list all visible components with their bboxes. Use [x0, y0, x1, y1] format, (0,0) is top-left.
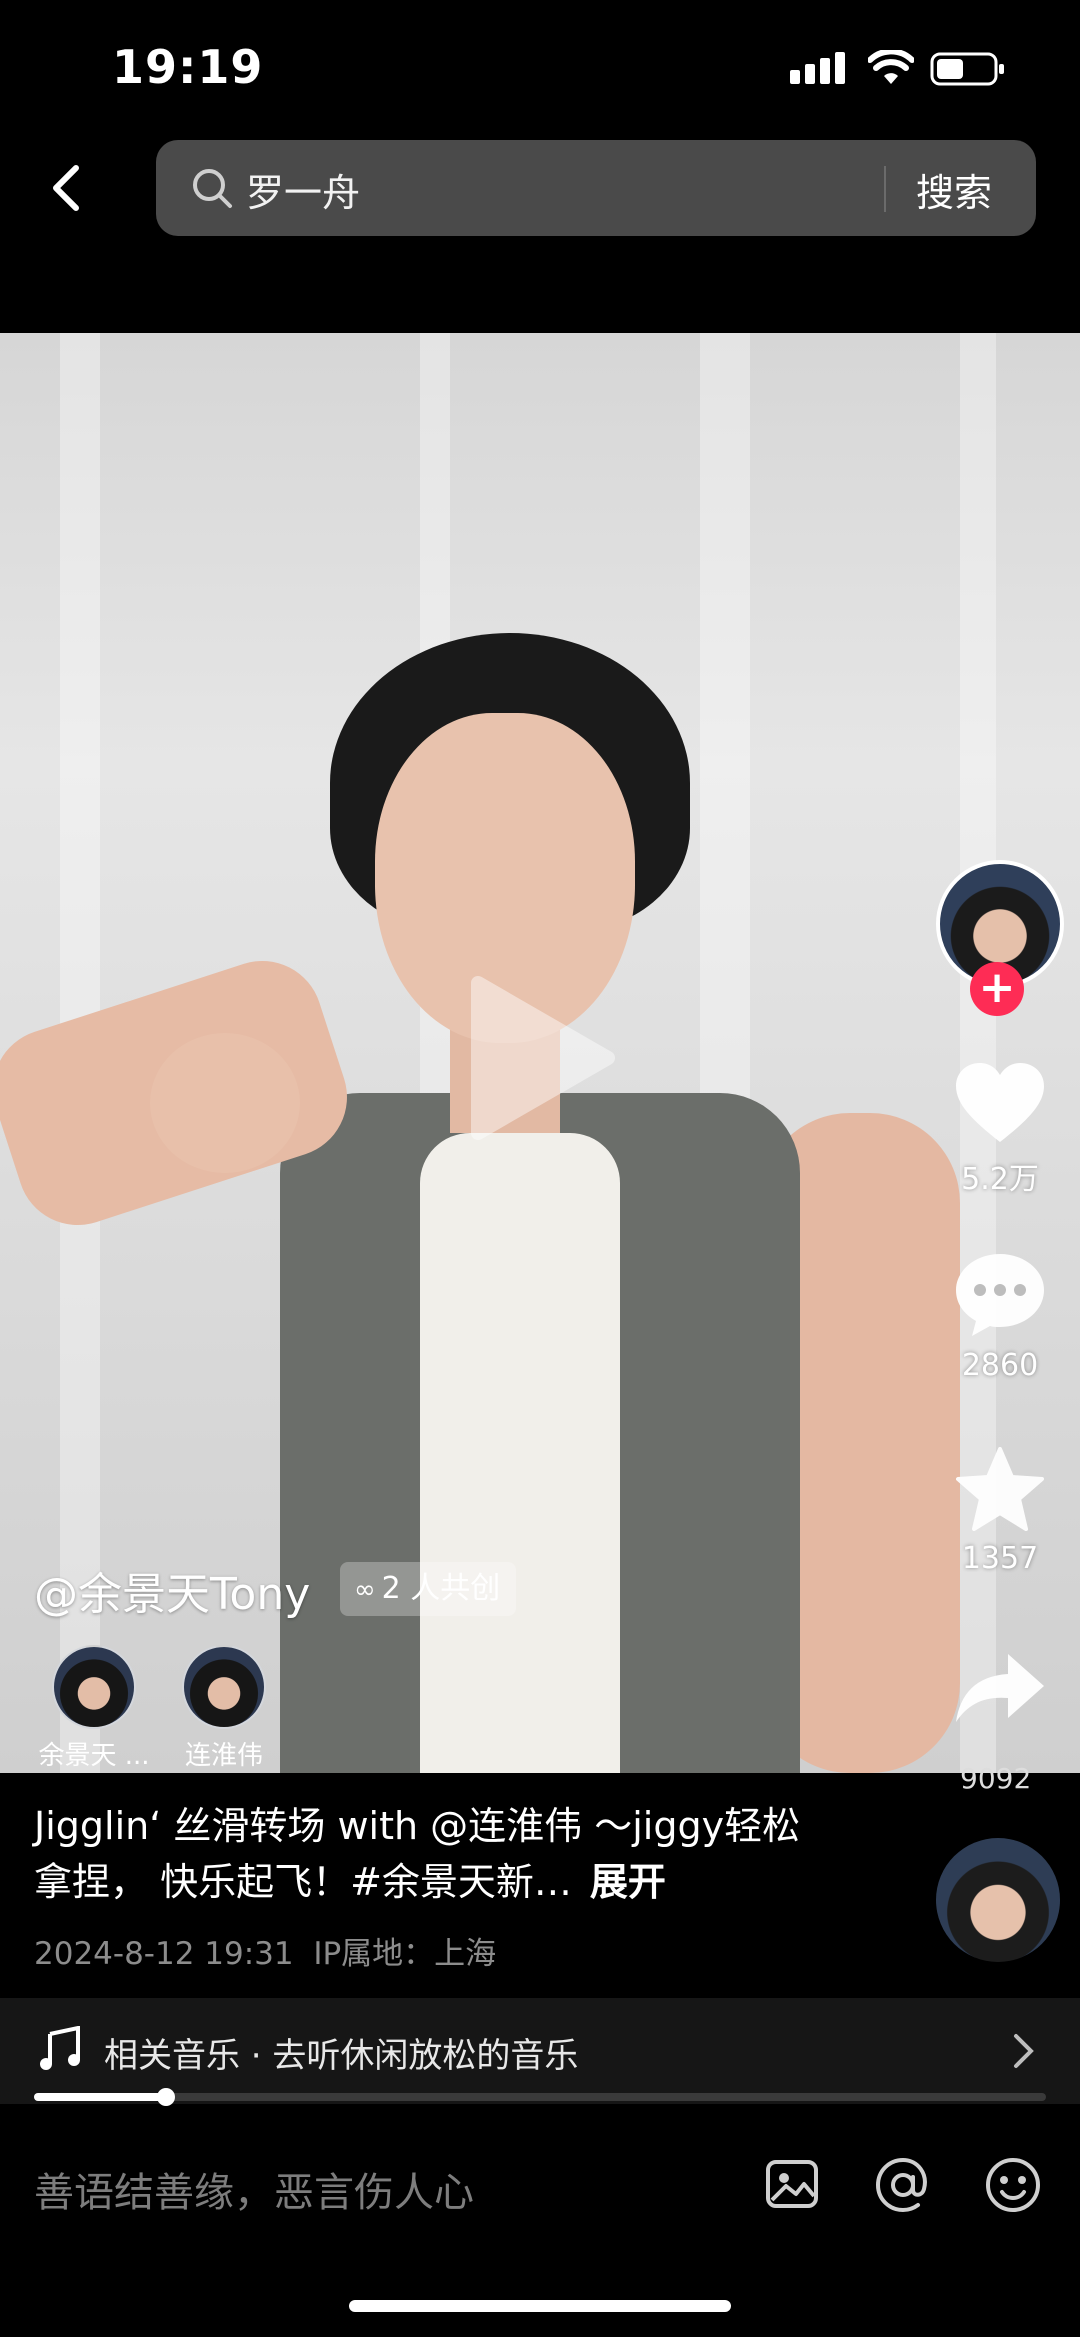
heart-icon: [956, 1063, 1044, 1142]
favorite-count: 1357: [961, 1541, 1039, 1576]
video-player[interactable]: [0, 333, 1080, 1773]
collaborator-name: 余景天 ...: [38, 1741, 150, 1771]
link-icon: ∞: [354, 1575, 376, 1605]
author-avatar-small[interactable]: [936, 1838, 1060, 1962]
back-arrow-icon[interactable]: [38, 158, 98, 218]
follow-button[interactable]: +: [970, 962, 1024, 1016]
search-icon: [193, 169, 232, 208]
search-button[interactable]: 搜索: [916, 162, 992, 217]
video-subject-fist: [150, 1033, 300, 1173]
cocreate-badge[interactable]: ∞ 2 人共创: [340, 1562, 517, 1616]
star-icon: [956, 1447, 1044, 1531]
play-icon[interactable]: [468, 973, 618, 1143]
collaborator-item[interactable]: 连淮伟: [164, 1645, 284, 1772]
post-caption: Jigglin‘ 丝滑转场 with @连淮伟 ～jiggy轻松拿捏， 快乐起飞…: [34, 1798, 834, 1910]
collaborator-name: 连淮伟: [184, 1741, 263, 1771]
post-date: 2024-8-12 19:31: [34, 1936, 294, 1972]
share-button[interactable]: [930, 1650, 1070, 1730]
related-music-text: 相关音乐 · 去听休闲放松的音乐: [104, 2036, 579, 2076]
share-count: 9092: [960, 1762, 1032, 1795]
search-input[interactable]: 罗一舟 搜索: [156, 140, 1036, 236]
cellular-signal-icon: [790, 52, 845, 84]
music-note-icon: [40, 2026, 80, 2070]
status-bar: 19:19: [0, 0, 1080, 130]
comment-count: 2860: [961, 1348, 1039, 1383]
chevron-right-icon: [1014, 2034, 1034, 2068]
progress-knob[interactable]: [156, 2088, 175, 2106]
mention-icon[interactable]: [872, 2154, 934, 2216]
like-button[interactable]: 5.2万: [930, 1060, 1070, 1198]
collaborator-avatar: [182, 1645, 266, 1729]
video-progress-bar[interactable]: [34, 2088, 1046, 2106]
comment-bubble-icon: [956, 1254, 1044, 1336]
search-divider: [884, 166, 886, 212]
wifi-icon: [868, 50, 914, 84]
expand-button[interactable]: 展开: [590, 1860, 666, 1904]
progress-fill: [34, 2093, 166, 2101]
share-arrow-icon: [956, 1654, 1044, 1722]
collaborator-avatar: [52, 1645, 136, 1729]
caption-text: Jigglin‘ 丝滑转场 with @连淮伟 ～jiggy轻松拿捏， 快乐起飞…: [34, 1804, 801, 1904]
comment-input[interactable]: 善语结善缘，恶言伤人心: [34, 2160, 474, 2218]
search-query: 罗一舟: [246, 171, 361, 215]
video-subject-shirt: [420, 1133, 620, 1773]
cocreate-label: 2 人共创: [381, 1571, 501, 1606]
like-count: 5.2万: [961, 1162, 1039, 1197]
battery-icon: [930, 52, 1004, 86]
favorite-button[interactable]: 1357: [930, 1445, 1070, 1576]
post-meta: 2024-8-12 19:31 IP属地：上海: [34, 1928, 496, 1973]
comment-button[interactable]: 2860: [930, 1250, 1070, 1383]
image-icon[interactable]: [762, 2154, 822, 2214]
post-ip-location: IP属地：上海: [313, 1936, 497, 1972]
collaborator-item[interactable]: 余景天 ...: [34, 1645, 154, 1772]
home-indicator[interactable]: [349, 2300, 731, 2312]
author-handle[interactable]: @余景天Tony: [34, 1558, 310, 1622]
status-time: 19:19: [112, 40, 264, 94]
emoji-icon[interactable]: [982, 2154, 1044, 2216]
search-header: 罗一舟 搜索: [0, 130, 1080, 240]
